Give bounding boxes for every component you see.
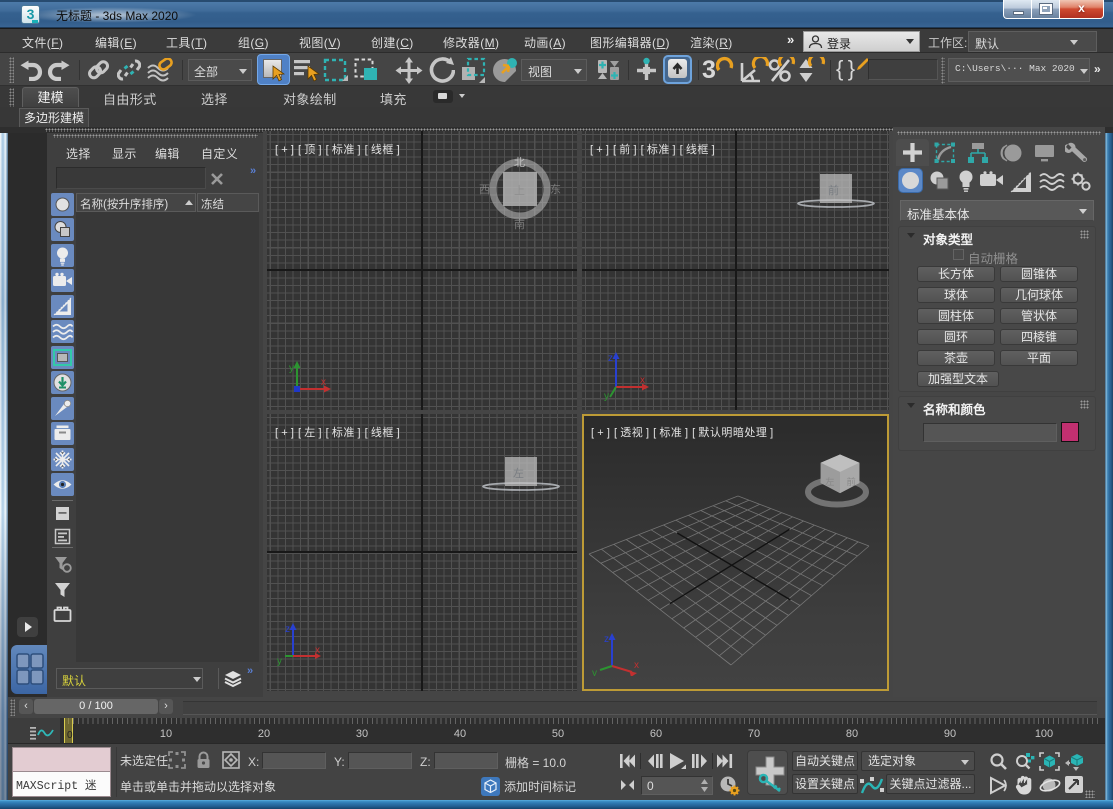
svg-text:南: 南 [514, 218, 525, 231]
svg-text:z: z [285, 624, 290, 635]
svg-text:左: 左 [825, 476, 834, 487]
svg-text:x: x [634, 660, 639, 671]
svg-text:东: 东 [550, 183, 561, 196]
svg-text:x: x [640, 375, 645, 386]
svg-text:x: x [321, 377, 326, 388]
svg-text:前: 前 [846, 476, 855, 487]
svg-text:y: y [277, 656, 282, 667]
svg-text:x: x [315, 645, 320, 656]
svg-text:z: z [608, 353, 613, 364]
svg-text:y: y [592, 668, 597, 676]
svg-text:上: 上 [514, 184, 525, 197]
svg-text:z: z [604, 634, 609, 645]
svg-text:y: y [604, 391, 609, 402]
svg-text:前: 前 [828, 183, 839, 197]
svg-text:y: y [289, 363, 294, 374]
svg-text:西: 西 [479, 184, 490, 196]
svg-text:左: 左 [513, 467, 524, 480]
